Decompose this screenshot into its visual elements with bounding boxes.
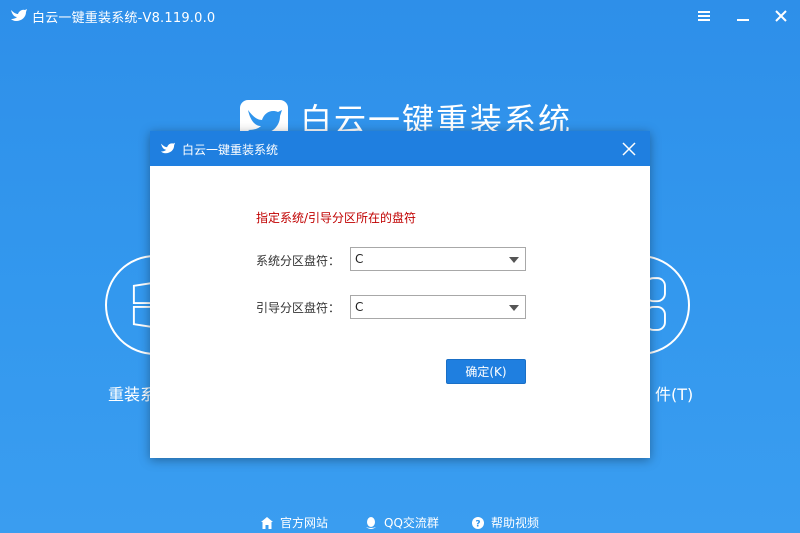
bird-logo-icon [11, 9, 27, 21]
svg-text:?: ? [475, 519, 480, 529]
dialog-hint: 指定系统/引导分区所在的盘符 [256, 211, 417, 225]
close-button[interactable] [769, 4, 793, 28]
footer: 官方网站 QQ交流群 ? 帮助视频 [0, 514, 800, 533]
minimize-button[interactable] [731, 4, 755, 28]
bird-logo-icon [161, 142, 175, 154]
qq-group-label: QQ交流群 [384, 516, 439, 530]
reinstall-system-label[interactable]: 重装系 [108, 381, 156, 405]
ok-button[interactable]: 确定(K) [446, 359, 526, 384]
dialog-header: 白云一键重装系统 [150, 131, 650, 166]
system-partition-value: C [355, 252, 364, 266]
drive-select-dialog: 白云一键重装系统 指定系统/引导分区所在的盘符 系统分区盘符： C 引导分区盘符… [150, 131, 650, 458]
dialog-title: 白云一键重装系统 [182, 143, 279, 157]
official-site-link[interactable]: 官方网站 [260, 514, 328, 531]
tools-label[interactable]: 件(T) [655, 381, 693, 405]
chevron-down-icon [509, 257, 519, 263]
system-partition-select[interactable]: C [350, 247, 526, 271]
qq-group-link[interactable]: QQ交流群 [364, 514, 439, 531]
help-video-label: 帮助视频 [491, 516, 540, 530]
menu-button[interactable] [692, 4, 716, 28]
home-icon [261, 516, 273, 529]
menu-icon [698, 11, 710, 21]
help-video-link[interactable]: ? 帮助视频 [471, 514, 539, 531]
boot-partition-label: 引导分区盘符： [256, 301, 341, 315]
system-partition-label: 系统分区盘符： [256, 254, 341, 268]
help-icon: ? [472, 516, 484, 529]
title-bar: 白云一键重装系统-V8.119.0.0 [0, 0, 800, 32]
boot-partition-value: C [355, 300, 364, 314]
dialog-close-icon[interactable] [622, 142, 636, 156]
close-icon [775, 10, 787, 22]
official-site-label: 官方网站 [280, 516, 329, 530]
chevron-down-icon [509, 305, 519, 311]
minimize-icon [737, 19, 749, 21]
boot-partition-select[interactable]: C [350, 295, 526, 319]
qq-icon [366, 516, 376, 529]
window-title: 白云一键重装系统-V8.119.0.0 [32, 11, 216, 26]
